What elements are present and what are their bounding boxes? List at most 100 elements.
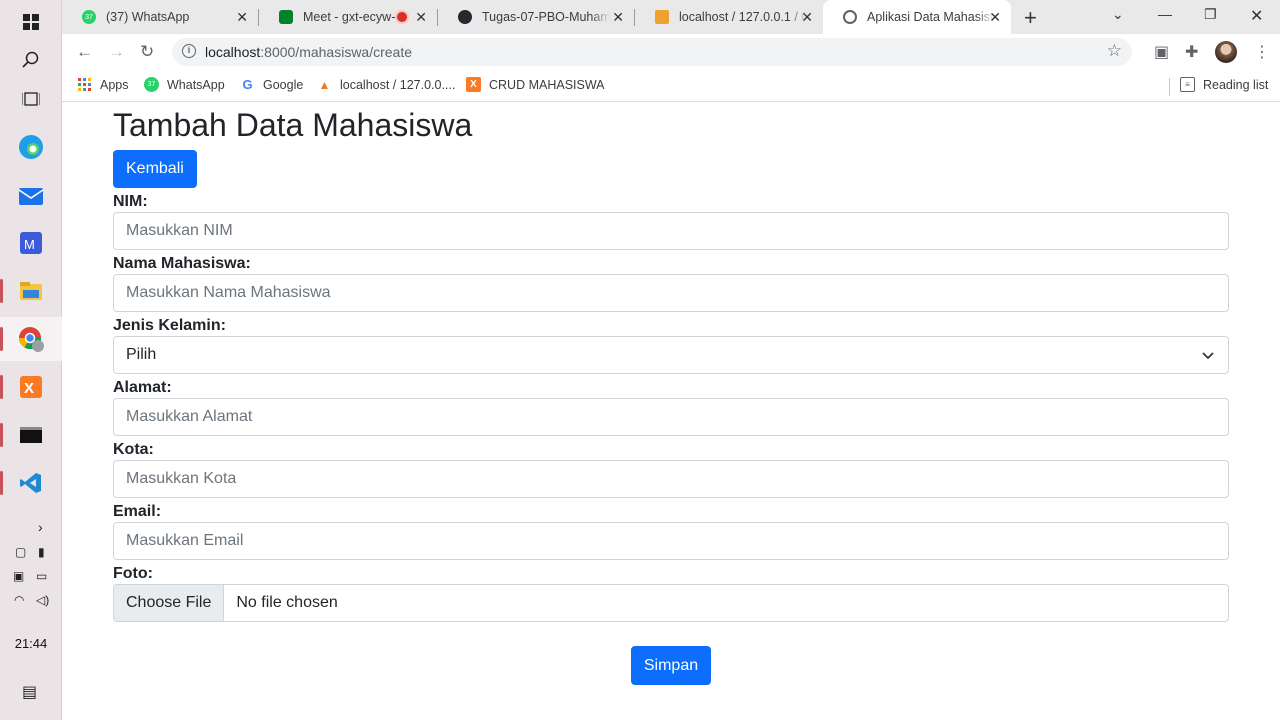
- nama-input[interactable]: [113, 274, 1229, 312]
- form-container: Tambah Data Mahasiswa Kembali NIM: Nama …: [113, 103, 1229, 685]
- notifications-icon[interactable]: ▤: [22, 682, 37, 702]
- tab-meet[interactable]: Meet - gxt-ecyw-sp ✕: [259, 0, 437, 34]
- alamat-input[interactable]: [113, 398, 1229, 436]
- nama-label: Nama Mahasiswa:: [113, 255, 251, 272]
- display-icon[interactable]: ▣: [13, 569, 24, 583]
- foto-file-input[interactable]: Choose File No file chosen: [113, 584, 1229, 622]
- tab-github[interactable]: Tugas-07-PBO-Muham ✕: [438, 0, 634, 34]
- jenis-kelamin-select[interactable]: Pilih: [113, 336, 1229, 374]
- file-status: No file chosen: [236, 594, 338, 611]
- mail-icon[interactable]: [0, 173, 62, 217]
- bookmark-crud-mahasiswa[interactable]: X CRUD MAHASISWA: [466, 77, 605, 92]
- bookmark-whatsapp[interactable]: 37 WhatsApp: [144, 77, 225, 92]
- bookmark-label: localhost / 127.0.0....: [340, 77, 456, 92]
- microphone-icon[interactable]: ▮: [38, 545, 45, 559]
- tab-strip: 37 (37) WhatsApp ✕ Meet - gxt-ecyw-sp ✕ …: [62, 0, 1280, 34]
- search-icon[interactable]: [0, 38, 62, 82]
- close-icon[interactable]: ✕: [612, 9, 624, 26]
- url-path: :8000/mahasiswa/create: [260, 44, 413, 60]
- close-icon[interactable]: ✕: [801, 9, 813, 26]
- extensions-puzzle-icon[interactable]: ✚: [1185, 42, 1198, 62]
- menu-kebab-icon[interactable]: ⋮: [1254, 42, 1270, 62]
- globe-icon: [843, 10, 857, 24]
- xampp-icon[interactable]: X: [0, 365, 62, 409]
- taskbar-clock[interactable]: 21:44: [0, 636, 62, 651]
- close-icon[interactable]: ✕: [236, 9, 248, 26]
- bookmark-label: Google: [263, 77, 304, 92]
- address-bar[interactable]: i localhost:8000/mahasiswa/create ☆: [172, 38, 1132, 66]
- url-text[interactable]: localhost:8000/mahasiswa/create: [205, 44, 412, 60]
- phpmyadmin-icon: ▲: [318, 77, 331, 92]
- whatsapp-icon: 37: [82, 10, 96, 24]
- whatsapp-icon: 37: [144, 77, 159, 92]
- nim-label: NIM:: [113, 193, 148, 210]
- battery-icon[interactable]: ▭: [36, 569, 47, 583]
- reading-list-icon: ≡: [1180, 77, 1195, 92]
- bookmark-label: CRUD MAHASISWA: [489, 77, 605, 92]
- chevron-down-icon: [1202, 337, 1214, 373]
- chrome-icon[interactable]: [0, 317, 62, 361]
- bookmark-label: Apps: [100, 77, 129, 92]
- minimize-icon[interactable]: —: [1158, 6, 1172, 22]
- vscode-icon[interactable]: [0, 461, 62, 505]
- window-close-icon[interactable]: ✕: [1250, 6, 1263, 26]
- foto-label: Foto:: [113, 565, 153, 582]
- google-meet-icon: [279, 10, 293, 24]
- tab-title: (37) WhatsApp: [106, 10, 190, 24]
- url-host: localhost: [205, 44, 261, 60]
- tab-title: Tugas-07-PBO-Muham: [482, 10, 610, 24]
- choose-file-button[interactable]: Choose File: [114, 585, 225, 621]
- nim-input[interactable]: [113, 212, 1229, 250]
- file-explorer-icon[interactable]: [0, 269, 62, 313]
- svg-text:M: M: [24, 237, 35, 252]
- reading-list-label: Reading list: [1203, 77, 1269, 92]
- bookmarks-bar: Apps 37 WhatsApp G Google ▲ localhost / …: [62, 70, 1280, 102]
- email-label: Email:: [113, 503, 162, 520]
- email-input[interactable]: [113, 522, 1229, 560]
- jenis-kelamin-label: Jenis Kelamin:: [113, 317, 226, 334]
- site-info-icon[interactable]: i: [182, 44, 196, 58]
- select-value: Pilih: [126, 346, 157, 363]
- terminal-icon[interactable]: [0, 413, 62, 457]
- back-button[interactable]: Kembali: [113, 150, 197, 188]
- browser-toolbar: ← → ↻ i localhost:8000/mahasiswa/create …: [62, 34, 1280, 70]
- simpan-button[interactable]: Simpan: [630, 646, 712, 685]
- tab-search-icon[interactable]: ⌄: [1112, 6, 1124, 23]
- tab-whatsapp[interactable]: 37 (37) WhatsApp ✕: [62, 0, 258, 34]
- alamat-label: Alamat:: [113, 379, 172, 396]
- reload-icon[interactable]: ↻: [140, 42, 154, 62]
- kota-input[interactable]: [113, 460, 1229, 498]
- teams-icon[interactable]: M: [0, 221, 62, 265]
- back-arrow-icon[interactable]: ←: [76, 42, 93, 62]
- volume-icon[interactable]: ◁): [36, 593, 49, 607]
- taskbar: M X › ▢ ▮ ▣ ▭ ◠ ◁) 21:44 ▤: [0, 0, 62, 720]
- kota-label: Kota:: [113, 441, 154, 458]
- task-view-icon[interactable]: [0, 77, 62, 121]
- bookmark-localhost[interactable]: ▲ localhost / 127.0.0....: [317, 77, 456, 92]
- tab-phpmyadmin[interactable]: localhost / 127.0.0.1 / 0 ✕: [635, 0, 823, 34]
- forward-arrow-icon[interactable]: →: [108, 42, 125, 62]
- apps-grid-icon: [77, 77, 92, 92]
- meet-now-icon[interactable]: ▢: [15, 545, 26, 559]
- restore-icon[interactable]: ❐: [1204, 6, 1217, 23]
- profile-avatar[interactable]: [1215, 41, 1237, 63]
- reading-list[interactable]: ≡ Reading list: [1180, 77, 1268, 92]
- google-icon: G: [242, 77, 253, 92]
- bookmark-label: WhatsApp: [167, 77, 225, 92]
- submit-row: Simpan: [113, 646, 1229, 685]
- phpmyadmin-icon: [655, 10, 669, 24]
- bookmark-apps[interactable]: Apps: [77, 77, 129, 92]
- xampp-icon: X: [466, 77, 481, 92]
- close-icon[interactable]: ✕: [989, 9, 1001, 26]
- bookmark-star-icon[interactable]: ☆: [1107, 41, 1122, 61]
- bookmark-google[interactable]: G Google: [240, 77, 303, 92]
- wifi-icon[interactable]: ◠: [14, 593, 24, 607]
- extension-save-icon[interactable]: ▣: [1154, 42, 1169, 62]
- tab-title: localhost / 127.0.0.1 / 0: [679, 10, 807, 24]
- chevron-right-icon[interactable]: ›: [38, 519, 43, 535]
- edge-icon[interactable]: [0, 125, 62, 169]
- tab-aplikasi-data-mahasiswa[interactable]: Aplikasi Data Mahasisw ✕: [823, 0, 1011, 34]
- close-icon[interactable]: ✕: [415, 9, 427, 26]
- new-tab-icon[interactable]: +: [1024, 5, 1037, 31]
- svg-text:X: X: [24, 380, 34, 397]
